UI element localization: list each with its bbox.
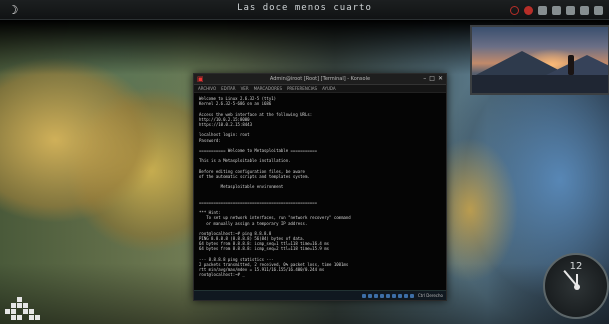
- power-icon[interactable]: [594, 5, 603, 15]
- usb-icon[interactable]: [379, 293, 384, 298]
- top-panel: ☽ Las doce menos cuarto: [0, 0, 609, 20]
- menu-item[interactable]: Marcadores: [254, 85, 282, 92]
- optical-drive-icon[interactable]: [367, 293, 372, 298]
- network-icon[interactable]: [373, 293, 378, 298]
- preview-mountain: [542, 55, 608, 77]
- display-icon[interactable]: [391, 293, 396, 298]
- recording-icon[interactable]: [397, 293, 402, 298]
- terminal-line: root@localhost:~# _: [199, 272, 245, 278]
- vm-statusbar: Ctrl Derecho: [194, 290, 446, 300]
- cpu-icon[interactable]: [403, 293, 408, 298]
- window-controls: – □ ✕: [423, 75, 443, 83]
- clipboard-icon[interactable]: [538, 5, 547, 15]
- mouse-integration-icon[interactable]: [409, 293, 414, 298]
- notification-icon[interactable]: [524, 5, 533, 15]
- menu-item[interactable]: Preferencias: [287, 85, 317, 92]
- maximize-icon[interactable]: □: [429, 75, 435, 83]
- display-icon[interactable]: [552, 5, 561, 15]
- close-icon[interactable]: ✕: [438, 75, 443, 83]
- menu-item[interactable]: Ver: [241, 85, 249, 92]
- preview-figure: [568, 55, 574, 75]
- wallpaper-preview-widget[interactable]: [470, 25, 609, 95]
- clock-pivot: [574, 284, 580, 290]
- network-icon[interactable]: [566, 5, 575, 15]
- terminal-window[interactable]: ▣ Admin@iroot [Root] [Terminal] - Konsol…: [193, 73, 447, 301]
- record-icon[interactable]: [510, 5, 519, 15]
- host-key-label: Ctrl Derecho: [417, 293, 443, 298]
- disk-icon[interactable]: [361, 293, 366, 298]
- preview-ground: [472, 75, 608, 93]
- minimize-icon[interactable]: –: [423, 75, 426, 83]
- analog-clock-widget[interactable]: 12: [543, 253, 609, 319]
- clock-numeral: 12: [569, 261, 583, 272]
- system-tray: [510, 3, 603, 17]
- shared-folder-icon[interactable]: [385, 293, 390, 298]
- app-launcher-icon[interactable]: [5, 297, 41, 321]
- volume-icon[interactable]: [580, 5, 589, 15]
- menu-item[interactable]: Archivo: [198, 85, 216, 92]
- terminal-output[interactable]: Welcome to Linux 2.6.32-5 (tty1) Kernel 2…: [194, 93, 446, 289]
- window-title: Admin@iroot [Root] [Terminal] - Konsole: [269, 76, 371, 82]
- terminal-menubar: Archivo Editar Ver Marcadores Preferenci…: [194, 85, 446, 93]
- menu-item[interactable]: Ayuda: [322, 85, 336, 92]
- menu-item[interactable]: Editar: [221, 85, 235, 92]
- window-titlebar[interactable]: ▣ Admin@iroot [Root] [Terminal] - Konsol…: [194, 74, 446, 85]
